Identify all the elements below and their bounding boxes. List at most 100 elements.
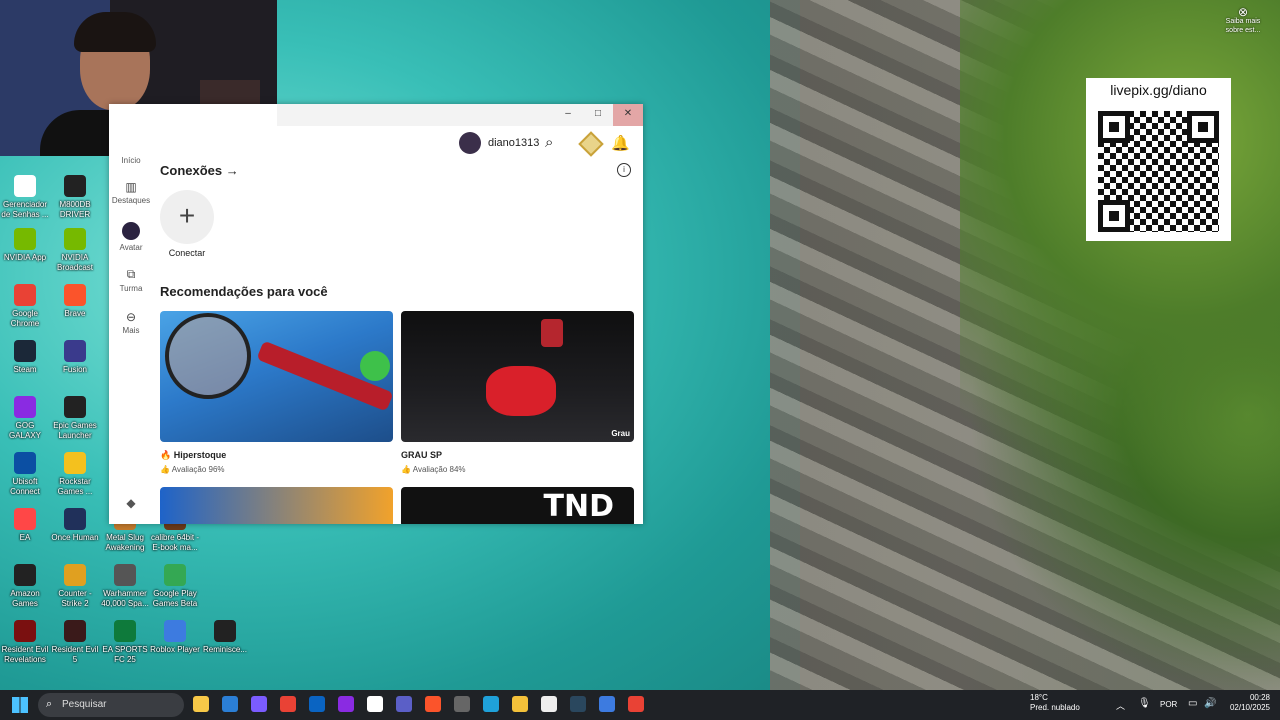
rider-graphic (541, 319, 563, 347)
desktop-icon-label: Reminisce... (202, 645, 247, 654)
steam-icon[interactable] (570, 696, 586, 712)
edge-icon[interactable] (483, 696, 499, 712)
language-indicator[interactable]: POR (1160, 700, 1177, 709)
close-button[interactable]: ✕ (613, 104, 643, 126)
roblox-studio-icon[interactable] (599, 696, 615, 712)
group-icon: ⧉ (126, 267, 136, 281)
copilot-icon[interactable] (251, 696, 267, 712)
desktop-icon[interactable]: Fusion (50, 340, 100, 375)
circle-app-icon[interactable] (338, 696, 354, 712)
game-title[interactable]: 🔥 Hiperstoque (160, 450, 226, 461)
desktop-icon[interactable]: NVIDIA App (0, 228, 50, 263)
desktop-icon[interactable]: Brave (50, 284, 100, 319)
wallpaper-info-notice[interactable]: ⊗ Saiba mais sobre est... (1218, 6, 1268, 35)
desktop-icon-label: Gerenciador de Senhas ... (1, 200, 49, 219)
desktop-icon[interactable]: M800DB DRIVER (50, 175, 100, 220)
desktop-icon-label: Epic Games Launcher (53, 421, 97, 440)
weather-widget[interactable]: 18°C Pred. nublado (1030, 693, 1080, 713)
app-icon (64, 284, 86, 306)
taskbar-search-input[interactable]: ⌕ Pesquisar (38, 693, 184, 717)
thumbnail-tag: Grau (611, 429, 630, 438)
desktop-icon-label: GOG GALAXY (8, 421, 41, 440)
game-card-thumbnail[interactable]: Grau (401, 311, 634, 442)
desktop-icon[interactable]: Epic Games Launcher (50, 396, 100, 441)
desktop-icon[interactable]: Resident Evil Revelations (0, 620, 50, 665)
github-icon[interactable] (541, 696, 557, 712)
info-icon[interactable]: i (617, 163, 631, 177)
sidebar-item-inicio[interactable]: Início (109, 156, 153, 165)
folder-icon[interactable] (512, 696, 528, 712)
robux-icon[interactable] (578, 131, 604, 157)
maximize-button[interactable]: □ (583, 104, 613, 126)
app-icon (64, 340, 86, 362)
notice-text: Saiba mais sobre est... (1225, 18, 1261, 34)
desktop-icon[interactable]: Once Human (50, 508, 100, 543)
chrome-beta-icon[interactable] (628, 696, 644, 712)
search-placeholder: Pesquisar (62, 699, 107, 710)
username-label[interactable]: diano1313 (488, 137, 539, 149)
desktop-icon[interactable]: Steam (0, 340, 50, 375)
app-icon (14, 340, 36, 362)
desktop-icon[interactable]: NVIDIA Broadcast (50, 228, 100, 273)
sidebar-item-destaques[interactable]: ▥ Destaques (109, 180, 153, 205)
chevron-up-icon[interactable]: ︿ (1116, 699, 1125, 712)
game-card-thumbnail[interactable] (160, 487, 393, 524)
desktop-icon[interactable]: EA (0, 508, 50, 543)
desktop-icon[interactable]: Counter -Strike 2 (50, 564, 100, 609)
minimize-button[interactable]: – (553, 104, 583, 126)
thumbnail-tag: TND (543, 489, 614, 524)
desktop-icon-label: NVIDIA Broadcast (56, 253, 94, 272)
microphone-icon[interactable]: 🎙 (1138, 698, 1151, 709)
brave-icon[interactable] (425, 696, 441, 712)
desktop-icon[interactable]: Gerenciador de Senhas ... (0, 175, 50, 220)
network-icon[interactable]: ▭ (1188, 698, 1197, 709)
connections-title: Conexões (160, 163, 223, 178)
game-card-thumbnail[interactable]: TND (401, 487, 634, 524)
chrome-icon[interactable] (280, 696, 296, 712)
chart-icon: ▥ (125, 180, 137, 194)
desktop-icon[interactable]: EA SPORTS FC 25 (100, 620, 150, 665)
document-icon[interactable] (367, 696, 383, 712)
desktop-icon[interactable]: Google Chrome (0, 284, 50, 329)
sidebar-item-label: Turma (119, 284, 143, 293)
desktop-icon-label: M800DB DRIVER (59, 200, 91, 219)
desktop-icon[interactable]: Rockstar Games ... (50, 452, 100, 497)
desktop-icon[interactable]: Resident Evil 5 (50, 620, 100, 665)
store-icon[interactable] (222, 696, 238, 712)
file-explorer-icon[interactable] (193, 696, 209, 712)
desktop-icon[interactable]: Amazon Games (0, 564, 50, 609)
sidebar-item-mais[interactable]: ⊖ Mais (109, 310, 153, 335)
roblox-logo-icon[interactable]: ◆ (109, 496, 153, 510)
add-connection-button[interactable]: + (160, 190, 214, 244)
volume-icon[interactable]: 🔊 (1204, 698, 1216, 709)
sidebar-nav: Início ▥ Destaques Avatar ⧉ Turma ⊖ Mais… (109, 154, 153, 524)
desktop-icon-label: Counter -Strike 2 (58, 589, 92, 608)
user-avatar[interactable] (459, 132, 481, 154)
desktop-icon[interactable]: Google Play Games Beta (150, 564, 200, 609)
teams-icon[interactable] (396, 696, 412, 712)
desktop-icon[interactable]: Roblox Player (150, 620, 200, 655)
desktop-icon-label: Fusion (62, 365, 87, 374)
outlook-icon[interactable] (309, 696, 325, 712)
app-icon (64, 228, 86, 250)
desktop-icon-label: Steam (13, 365, 37, 374)
notification-bell-icon[interactable]: 🔔 (611, 134, 630, 152)
desktop-icon[interactable]: Ubisoft Connect (0, 452, 50, 497)
game-title[interactable]: GRAU SP (401, 450, 442, 460)
game-card-thumbnail[interactable] (160, 311, 393, 442)
desktop-icon[interactable]: Reminisce... (200, 620, 250, 655)
desktop-icon-label: EA (19, 533, 31, 542)
search-icon[interactable]: ⌕ (545, 134, 553, 151)
window-titlebar[interactable]: – □ ✕ (277, 104, 643, 126)
sidebar-item-turma[interactable]: ⧉ Turma (109, 267, 153, 293)
desktop-icon[interactable]: Warhammer 40,000 Spa... (100, 564, 150, 609)
system-clock[interactable]: 00:28 02/10/2025 (1226, 693, 1270, 713)
app-icon (64, 564, 86, 586)
desktop-icon-label: Resident Evil Revelations (1, 645, 49, 664)
windows-start-icon[interactable] (12, 697, 28, 713)
sidebar-item-avatar[interactable]: Avatar (109, 222, 153, 252)
desktop-icon[interactable]: GOG GALAXY (0, 396, 50, 441)
desktop-icon-label: Once Human (51, 533, 99, 542)
connections-heading[interactable]: Conexões → (160, 163, 239, 178)
calculator-icon[interactable] (454, 696, 470, 712)
